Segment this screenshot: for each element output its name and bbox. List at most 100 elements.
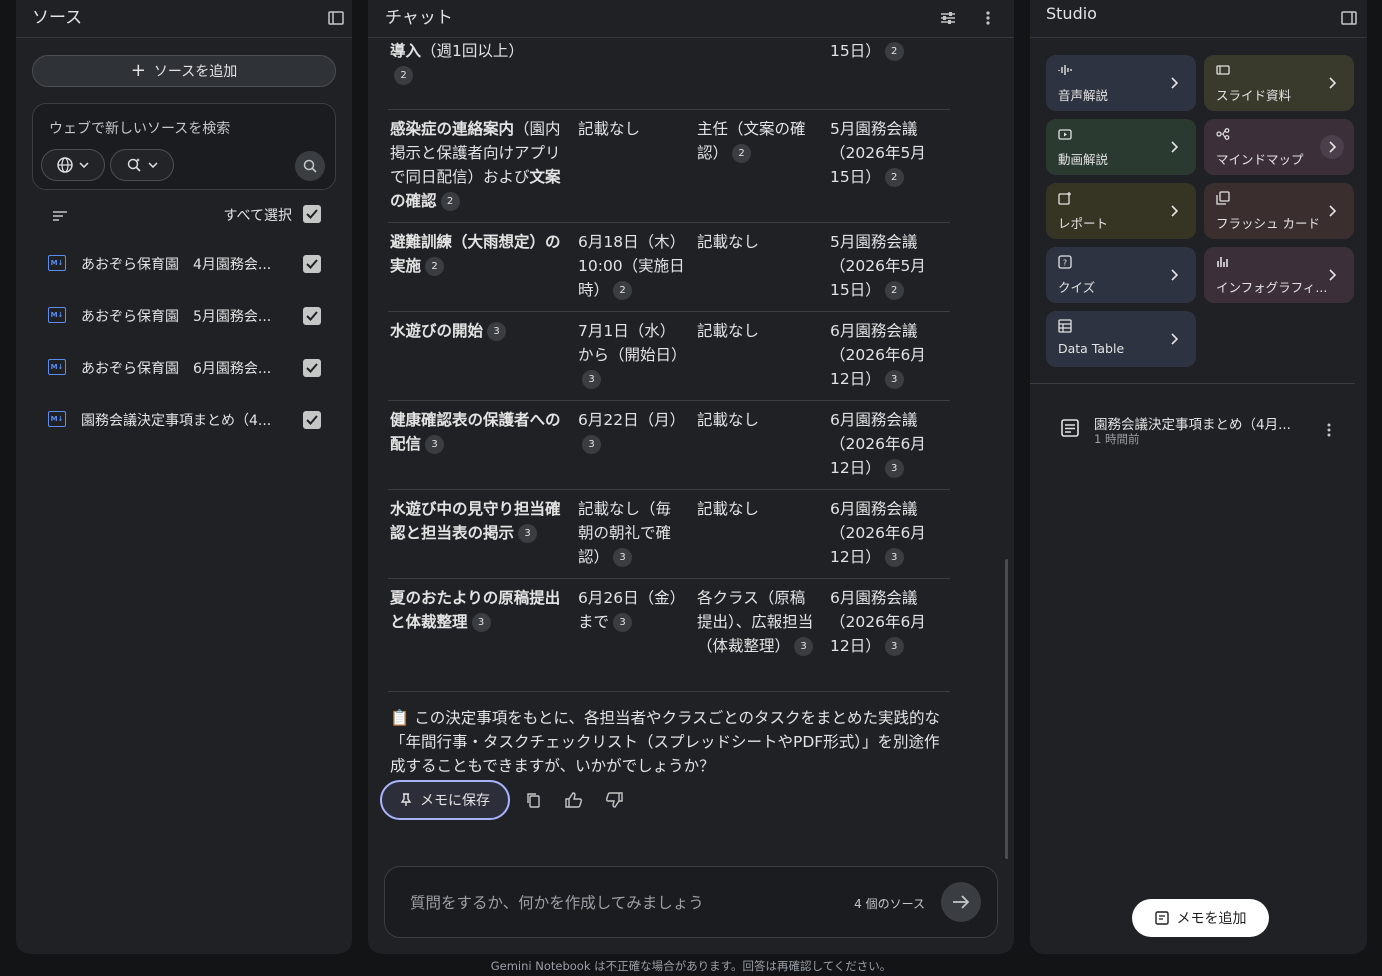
table-cell: （新聞紙・段ボール）の導入（週1回以上）2 <box>390 38 562 87</box>
source-checkbox[interactable] <box>303 411 321 429</box>
citation-badge[interactable]: 3 <box>613 548 633 567</box>
citation-badge[interactable]: 3 <box>582 435 601 454</box>
chat-messages[interactable]: （新聞紙・段ボール）の導入（週1回以上）2 （2026年5月15日）2 感染症の… <box>368 38 1008 866</box>
response-closing-text: 📋 この決定事項をもとに、各担当者やクラスごとのタスクをまとめた実践的な「年間行… <box>390 709 940 775</box>
studio-tile-quiz[interactable]: ? クイズ <box>1046 247 1196 303</box>
citation-badge[interactable]: 2 <box>884 42 904 61</box>
source-item-label: 園務会議決定事項まとめ（4... <box>81 413 272 429</box>
chat-input[interactable]: 質問をするか、何かを作成してみましょう <box>410 891 704 913</box>
note-item[interactable]: 園務会議決定事項まとめ（4月... 1 時間前 <box>1030 410 1367 454</box>
filter-icon[interactable] <box>52 207 68 226</box>
citation-badge[interactable]: 3 <box>884 370 904 389</box>
citation-badge[interactable]: 2 <box>440 192 460 211</box>
studio-tile-slides[interactable]: スライド資料 <box>1204 55 1354 111</box>
source-checkbox[interactable] <box>303 359 321 377</box>
citation-badge[interactable]: 3 <box>884 637 904 656</box>
chevron-right-icon[interactable] <box>1162 263 1186 287</box>
add-source-label: ソースを追加 <box>153 64 238 80</box>
table-cell: 6月園務会議（2026年6月12日） 3 <box>830 411 926 478</box>
report-icon <box>1058 191 1072 205</box>
table-cell: 記載なし（毎朝の朝礼で確認） 3 <box>578 500 672 567</box>
citation-badge[interactable]: 3 <box>884 459 904 478</box>
source-item[interactable]: M↓ 園務会議決定事項まとめ（4... <box>16 400 352 440</box>
more-vert-icon[interactable] <box>1321 418 1337 442</box>
table-cell: 健康確認表の保護者への配信 3 <box>390 411 561 454</box>
citation-badge[interactable]: 2 <box>425 257 445 276</box>
citation-badge[interactable]: 2 <box>394 66 413 85</box>
table-row: 水遊びの開始 3 7月1日（水）から（開始日）3 記載なし 6月園務会議（2026… <box>388 312 950 401</box>
send-button[interactable] <box>941 882 981 922</box>
studio-tile-audio-overview[interactable]: 音声解説 <box>1046 55 1196 111</box>
citation-badge[interactable]: 2 <box>732 144 752 163</box>
chevron-right-icon[interactable] <box>1162 199 1186 223</box>
chevron-right-icon[interactable] <box>1162 71 1186 95</box>
source-checkbox[interactable] <box>303 307 321 325</box>
add-memo-button[interactable]: メモを追加 <box>1132 899 1269 937</box>
collapse-panel-icon[interactable] <box>324 6 348 30</box>
chevron-right-icon[interactable] <box>1320 135 1344 159</box>
citation-badge[interactable]: 2 <box>613 281 633 300</box>
research-mode-dropdown[interactable] <box>110 149 174 181</box>
table-cell: 6月園務会議（2026年6月12日） 3 <box>830 589 926 656</box>
chat-panel: チャット （新聞紙・段ボール）の導入（週1回以上）2 （2026年5月15日）2… <box>368 0 1014 954</box>
studio-tile-video-overview[interactable]: 動画解説 <box>1046 119 1196 175</box>
table-cell: 6月18日（木）10:00（実施日時） 2 <box>578 233 686 300</box>
sources-header: ソース <box>16 0 352 38</box>
chevron-right-icon[interactable] <box>1162 327 1186 351</box>
studio-tile-report[interactable]: レポート <box>1046 183 1196 239</box>
table-cell: 記載なし <box>697 411 760 429</box>
citation-badge[interactable]: 3 <box>471 613 491 632</box>
studio-tile-mind-map[interactable]: マインドマップ <box>1204 119 1354 175</box>
globe-icon <box>57 157 73 173</box>
table-cell: 7月1日（水）から（開始日）3 <box>578 319 687 391</box>
studio-tile-flashcards[interactable]: フラッシュ カード <box>1204 183 1354 239</box>
studio-tile-label: 動画解説 <box>1058 152 1109 167</box>
web-search-input[interactable]: ウェブで新しいソースを検索 <box>49 118 230 138</box>
table-cell: 水遊びの開始 3 <box>390 319 562 343</box>
copy-icon[interactable] <box>522 788 546 812</box>
studio-tile-label: スライド資料 <box>1216 88 1292 103</box>
citation-badge[interactable]: 3 <box>487 322 507 341</box>
studio-tile-infographic[interactable]: インフォグラフィ... <box>1204 247 1354 303</box>
chevron-right-icon[interactable] <box>1320 199 1344 223</box>
source-item[interactable]: M↓ あおぞら保育園 6月園務会... <box>16 348 352 388</box>
add-source-button[interactable]: + ソースを追加 <box>32 55 336 87</box>
select-all-row: すべて選択 <box>16 202 352 226</box>
chat-settings-icon[interactable] <box>936 6 960 30</box>
web-source-type-dropdown[interactable] <box>41 149 105 181</box>
citation-badge[interactable]: 3 <box>425 435 445 454</box>
source-item[interactable]: M↓ あおぞら保育園 5月園務会... <box>16 296 352 336</box>
table-cell: 記載なし <box>697 500 760 518</box>
thumbs-down-icon[interactable] <box>602 788 626 812</box>
citation-badge[interactable]: 3 <box>613 613 633 632</box>
studio-tile-data-table[interactable]: Data Table <box>1046 311 1196 367</box>
chevron-right-icon[interactable] <box>1320 71 1344 95</box>
chat-scrollbar[interactable] <box>1005 559 1008 859</box>
citation-badge[interactable]: 2 <box>884 168 904 187</box>
search-submit-button[interactable] <box>295 151 325 181</box>
citation-badge[interactable]: 3 <box>582 370 601 389</box>
source-item[interactable]: M↓ あおぞら保育園 4月園務会... <box>16 244 352 284</box>
infographic-icon <box>1216 255 1230 269</box>
table-cell: 6月22日（月） 3 <box>578 408 686 456</box>
chevron-right-icon[interactable] <box>1162 135 1186 159</box>
chat-title: チャット <box>385 8 453 28</box>
citation-badge[interactable]: 3 <box>794 637 814 656</box>
source-checkbox[interactable] <box>303 255 321 273</box>
chevron-right-icon[interactable] <box>1320 263 1344 287</box>
more-vert-icon[interactable] <box>976 6 1000 30</box>
markdown-file-icon: M↓ <box>48 255 66 271</box>
table-cell: 記載なし <box>697 233 760 251</box>
select-all-checkbox[interactable] <box>303 205 321 223</box>
disclaimer-footer: Gemini Notebook は不正確な場合があります。回答は再確認してくださ… <box>490 959 892 973</box>
citation-badge[interactable]: 2 <box>884 281 904 300</box>
thumbs-up-icon[interactable] <box>562 788 586 812</box>
table-cell: 水遊び中の見守り担当確認と担当表の掲示 3 <box>390 500 561 543</box>
check-icon <box>306 415 318 425</box>
video-icon <box>1058 127 1072 141</box>
citation-badge[interactable]: 3 <box>518 524 538 543</box>
save-to-memo-button[interactable]: メモに保存 <box>380 780 510 820</box>
collapse-panel-icon[interactable] <box>1337 6 1361 30</box>
studio-tile-label: レポート <box>1058 216 1109 231</box>
citation-badge[interactable]: 3 <box>884 548 904 567</box>
